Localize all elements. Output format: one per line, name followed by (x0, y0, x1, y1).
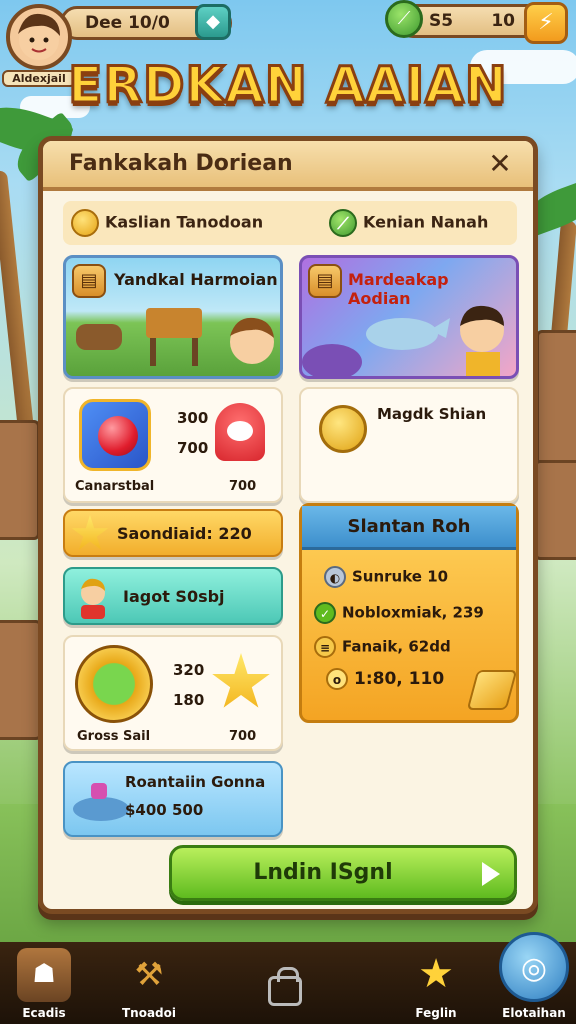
frog-caption-right: 700 (229, 729, 257, 744)
reward-line-1: Roantaiin Gonna (125, 773, 266, 791)
score-bar[interactable]: Saondiaid: 220 (63, 509, 283, 557)
panel-header: Fankakah Doriean ✕ (43, 141, 533, 191)
nav-label: Tnoadoi (121, 1006, 177, 1020)
nav-item-tnoadoi[interactable]: ⚒ Tnoadoi (104, 948, 194, 1020)
gem-value-1: 300 (177, 409, 209, 427)
resource-label: Kenian Nanah (363, 212, 489, 232)
leaf-coin-icon: ⟋ (385, 0, 423, 38)
resource-bar: Kaslian Tanodoan ⟋ Kenian Nanah (63, 201, 517, 245)
frog-value-2: 180 (173, 691, 205, 709)
gem-caption-left: Canarstbal (75, 479, 155, 494)
star-icon (212, 653, 270, 708)
compass-icon: ◐ (324, 566, 346, 588)
summary-header: Slantan Roh (302, 506, 516, 550)
nav-item-ecadis[interactable]: ☗ Ecadis (4, 948, 84, 1020)
play-arrow-icon (482, 862, 500, 886)
nav-item-elotaihan[interactable]: ◎ Elotaihan (494, 932, 574, 1020)
gem-caption-right: 700 (229, 479, 257, 494)
map-icon: ▤ (308, 264, 342, 298)
gold-coin-icon (71, 209, 99, 237)
start-button[interactable]: Lndin ISgnl (169, 845, 517, 901)
wooden-fence (534, 460, 576, 560)
gem-value-2: 700 (177, 439, 209, 457)
lightning-icon: ⚡ (538, 10, 554, 35)
ruby-gem-icon (79, 399, 151, 471)
panel-title: Fankakah Doriean (69, 151, 293, 176)
summary-row: ✓ Nobloxmiak, 239 (314, 602, 484, 624)
leaf-icon: ✓ (314, 602, 336, 624)
scene-card-left[interactable]: ▤ Yandkal Harmoian (63, 255, 283, 379)
scene-left-title: Yandkal Harmoian (114, 270, 278, 289)
star-icon: ★ (418, 951, 454, 997)
gem-reward-card[interactable]: 300 700 Canarstbal 700 (63, 387, 283, 503)
dolphin-scene-icon (302, 305, 504, 376)
summary-row: o 1:80, 110 (326, 668, 444, 690)
nav-label: Feglin (415, 1006, 457, 1020)
submarine-icon (73, 783, 129, 821)
summary-row-text: Nobloxmiak, 239 (342, 603, 484, 622)
gem-icon: ◆ (206, 11, 220, 32)
main-panel: Fankakah Doriean ✕ Kaslian Tanodoan ⟋ Ken… (38, 136, 538, 914)
frog-reward-card[interactable]: 320 180 Gross Sail 700 (63, 635, 283, 751)
nav-item-feglin[interactable]: ★ Feglin (396, 948, 476, 1020)
scene-card-right[interactable]: ▤ Mardeakap Aodian (299, 255, 519, 379)
friend-bar[interactable]: Iagot S0sbj (63, 567, 283, 625)
map-icon: ▤ (72, 264, 106, 298)
frog-medal-icon (75, 645, 153, 723)
home-icon[interactable] (268, 967, 302, 1006)
summary-card[interactable]: Slantan Roh ◐ Sunruke 10 ✓ Nobloxmiak, 239… (299, 503, 519, 723)
currency-label: S5 (429, 11, 454, 31)
hammer-icon: ⚒ (134, 955, 164, 993)
friend-label: Iagot S0sbj (123, 587, 225, 606)
leaf-coin-icon: ⟋ (329, 209, 357, 237)
hut (536, 330, 576, 470)
summary-row: ◐ Sunruke 10 (324, 566, 448, 588)
gold-reward-card[interactable]: Magdk Shian (299, 387, 519, 503)
helmet-icon: ☗ (17, 948, 71, 1002)
reward-bar[interactable]: Roantaiin Gonna $400 500 (63, 761, 283, 837)
summary-row-text: Fanaik, 62dd (342, 637, 451, 656)
gold-card-title: Magdk Shian (377, 405, 487, 423)
summary-row: ≡ Fanaik, 62dd (314, 636, 451, 658)
date-pill-text: Dee 10/0 (85, 13, 170, 33)
wooden-fence (0, 620, 42, 740)
friend-avatar-icon (81, 578, 105, 619)
gem-shop-button[interactable]: ◆ (195, 4, 231, 40)
summary-row-text: Sunruke 10 (352, 567, 449, 586)
reward-line-2: $400 500 (125, 801, 204, 819)
star-bonus-button[interactable]: ⚡ (524, 2, 568, 44)
close-button[interactable]: ✕ (483, 147, 517, 181)
red-creature-icon (215, 403, 265, 461)
frog-value-1: 320 (173, 661, 205, 679)
nav-label: Elotaihan (502, 1006, 566, 1020)
globe-icon: ◎ (499, 932, 569, 1002)
ticket-icon (466, 670, 518, 710)
currency-value: 10 (491, 11, 515, 31)
resource-item-leaf[interactable]: ⟋ Kenian Nanah (329, 209, 488, 237)
resource-item-gold[interactable]: Kaslian Tanodoan (71, 209, 263, 237)
summary-title: Slantan Roh (347, 516, 471, 537)
star-icon (71, 515, 109, 550)
resource-label: Kaslian Tanodoan (105, 212, 264, 232)
summary-row-text: 1:80, 110 (354, 669, 445, 689)
hut (0, 420, 40, 540)
game-title: ERDKAN AAIAN (67, 55, 508, 116)
coin-stack-icon: ≡ (314, 636, 336, 658)
frog-caption-left: Gross Sail (77, 729, 151, 744)
farm-scene-icon (76, 308, 274, 366)
nav-label: Ecadis (22, 1006, 66, 1020)
gold-coin-icon (319, 405, 367, 453)
start-button-label: Lndin ISgnl (253, 860, 393, 885)
score-label: Saondiaid: 220 (117, 524, 252, 543)
coin-icon: o (326, 668, 348, 690)
